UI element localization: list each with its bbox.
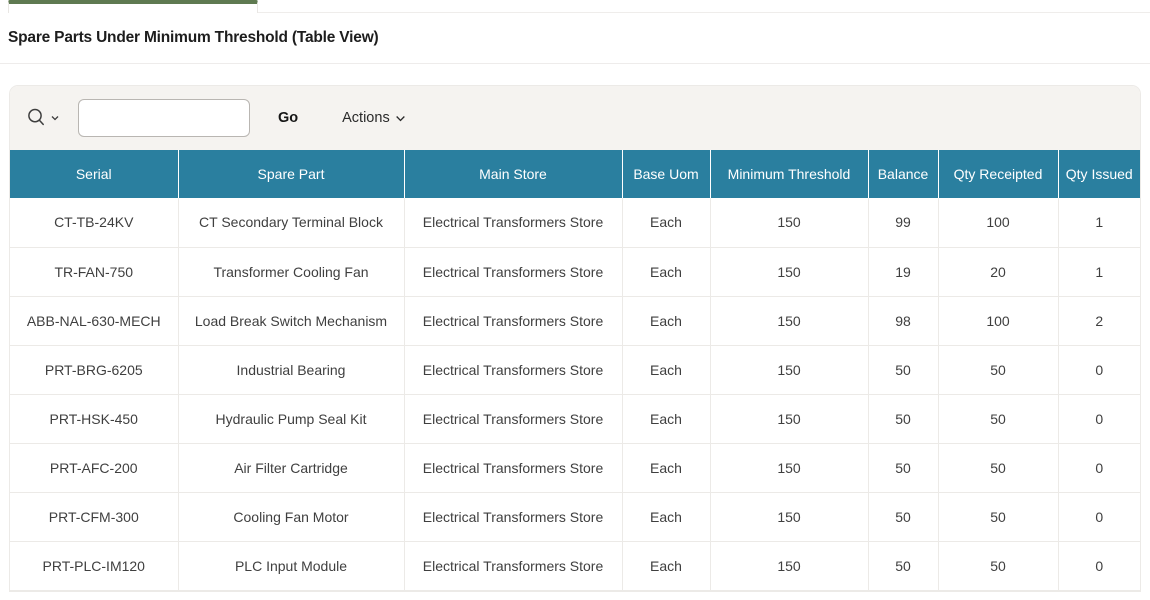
column-header-base-uom[interactable]: Base Uom: [622, 150, 710, 198]
chevron-down-icon: [395, 113, 406, 124]
search-input[interactable]: [78, 99, 250, 137]
table-cell: CT-TB-24KV: [10, 198, 178, 247]
column-header-serial[interactable]: Serial: [10, 150, 178, 198]
table-row: CT-TB-24KVCT Secondary Terminal BlockEle…: [10, 198, 1140, 247]
table-cell: Each: [622, 492, 710, 541]
table-cell: Each: [622, 296, 710, 345]
table-cell: Electrical Transformers Store: [404, 443, 622, 492]
table-cell: 1: [1058, 247, 1140, 296]
table-cell: Each: [622, 443, 710, 492]
table-cell: 50: [868, 443, 938, 492]
table-cell: Each: [622, 198, 710, 247]
table-header-row: SerialSpare PartMain StoreBase UomMinimu…: [10, 150, 1140, 198]
table-row: PRT-HSK-450Hydraulic Pump Seal KitElectr…: [10, 394, 1140, 443]
table-row: PRT-BRG-6205Industrial BearingElectrical…: [10, 345, 1140, 394]
table-cell: CT Secondary Terminal Block: [178, 198, 404, 247]
table-cell: 0: [1058, 345, 1140, 394]
table-cell: 150: [710, 345, 868, 394]
table-row: PRT-PLC-IM120PLC Input ModuleElectrical …: [10, 541, 1140, 590]
table-cell: Each: [622, 345, 710, 394]
column-header-balance[interactable]: Balance: [868, 150, 938, 198]
table-cell: Electrical Transformers Store: [404, 296, 622, 345]
table-cell: Transformer Cooling Fan: [178, 247, 404, 296]
table-cell: Each: [622, 247, 710, 296]
column-header-main-store[interactable]: Main Store: [404, 150, 622, 198]
table-cell: 0: [1058, 394, 1140, 443]
table-cell: TR-FAN-750: [10, 247, 178, 296]
table-cell: Electrical Transformers Store: [404, 345, 622, 394]
table-cell: Air Filter Cartridge: [178, 443, 404, 492]
search-options-button[interactable]: [22, 103, 64, 133]
table-cell: 50: [868, 541, 938, 590]
table-cell: 19: [868, 247, 938, 296]
table-cell: PRT-HSK-450: [10, 394, 178, 443]
table-cell: Electrical Transformers Store: [404, 492, 622, 541]
go-button[interactable]: Go: [270, 104, 306, 132]
table-cell: PLC Input Module: [178, 541, 404, 590]
table-cell: 50: [938, 541, 1058, 590]
tab-strip-filler: [258, 0, 1150, 13]
table-cell: 100: [938, 198, 1058, 247]
table-cell: Hydraulic Pump Seal Kit: [178, 394, 404, 443]
table-cell: PRT-PLC-IM120: [10, 541, 178, 590]
table-cell: 150: [710, 394, 868, 443]
table-cell: 150: [710, 492, 868, 541]
column-header-qty-issued[interactable]: Qty Issued: [1058, 150, 1140, 198]
table-cell: 50: [938, 394, 1058, 443]
table-cell: PRT-CFM-300: [10, 492, 178, 541]
table-cell: Electrical Transformers Store: [404, 541, 622, 590]
table-cell: 0: [1058, 541, 1140, 590]
table-cell: Electrical Transformers Store: [404, 247, 622, 296]
table-cell: 0: [1058, 443, 1140, 492]
spare-parts-table: SerialSpare PartMain StoreBase UomMinimu…: [10, 150, 1140, 591]
table-cell: 98: [868, 296, 938, 345]
table-cell: 50: [938, 345, 1058, 394]
table-cell: Each: [622, 541, 710, 590]
table-row: PRT-CFM-300Cooling Fan MotorElectrical T…: [10, 492, 1140, 541]
table-cell: 150: [710, 247, 868, 296]
table-cell: 150: [710, 443, 868, 492]
table-cell: 100: [938, 296, 1058, 345]
title-divider: [0, 63, 1150, 64]
table-row: PRT-AFC-200Air Filter CartridgeElectrica…: [10, 443, 1140, 492]
actions-menu-button[interactable]: Actions: [334, 104, 414, 132]
table-cell: 99: [868, 198, 938, 247]
interactive-report-region: Go Actions SerialSpare PartMain StoreBas…: [10, 86, 1140, 591]
chevron-down-icon: [50, 113, 60, 123]
table-cell: 150: [710, 296, 868, 345]
table-cell: Load Break Switch Mechanism: [178, 296, 404, 345]
table-cell: 50: [938, 492, 1058, 541]
column-header-qty-receipted[interactable]: Qty Receipted: [938, 150, 1058, 198]
table-cell: 2: [1058, 296, 1140, 345]
column-header-minimum-threshold[interactable]: Minimum Threshold: [710, 150, 868, 198]
table-row: ABB-NAL-630-MECHLoad Break Switch Mechan…: [10, 296, 1140, 345]
table-cell: Electrical Transformers Store: [404, 394, 622, 443]
table-cell: Cooling Fan Motor: [178, 492, 404, 541]
tab-strip: [0, 0, 1150, 13]
table-cell: Electrical Transformers Store: [404, 198, 622, 247]
table-cell: Each: [622, 394, 710, 443]
table-cell: PRT-AFC-200: [10, 443, 178, 492]
table-cell: 1: [1058, 198, 1140, 247]
table-cell: 50: [868, 345, 938, 394]
table-cell: 50: [868, 492, 938, 541]
table-cell: 0: [1058, 492, 1140, 541]
column-header-spare-part[interactable]: Spare Part: [178, 150, 404, 198]
search-icon: [26, 107, 48, 129]
table-cell: 50: [868, 394, 938, 443]
table-cell: ABB-NAL-630-MECH: [10, 296, 178, 345]
table-cell: 150: [710, 198, 868, 247]
table-cell: 50: [938, 443, 1058, 492]
table-row: TR-FAN-750Transformer Cooling FanElectri…: [10, 247, 1140, 296]
table-cell: 20: [938, 247, 1058, 296]
table-cell: Industrial Bearing: [178, 345, 404, 394]
report-toolbar: Go Actions: [10, 86, 1140, 150]
table-cell: PRT-BRG-6205: [10, 345, 178, 394]
active-tab[interactable]: [8, 0, 258, 13]
actions-menu-label: Actions: [342, 110, 390, 126]
table-cell: 150: [710, 541, 868, 590]
page-title: Spare Parts Under Minimum Threshold (Tab…: [8, 29, 1150, 47]
